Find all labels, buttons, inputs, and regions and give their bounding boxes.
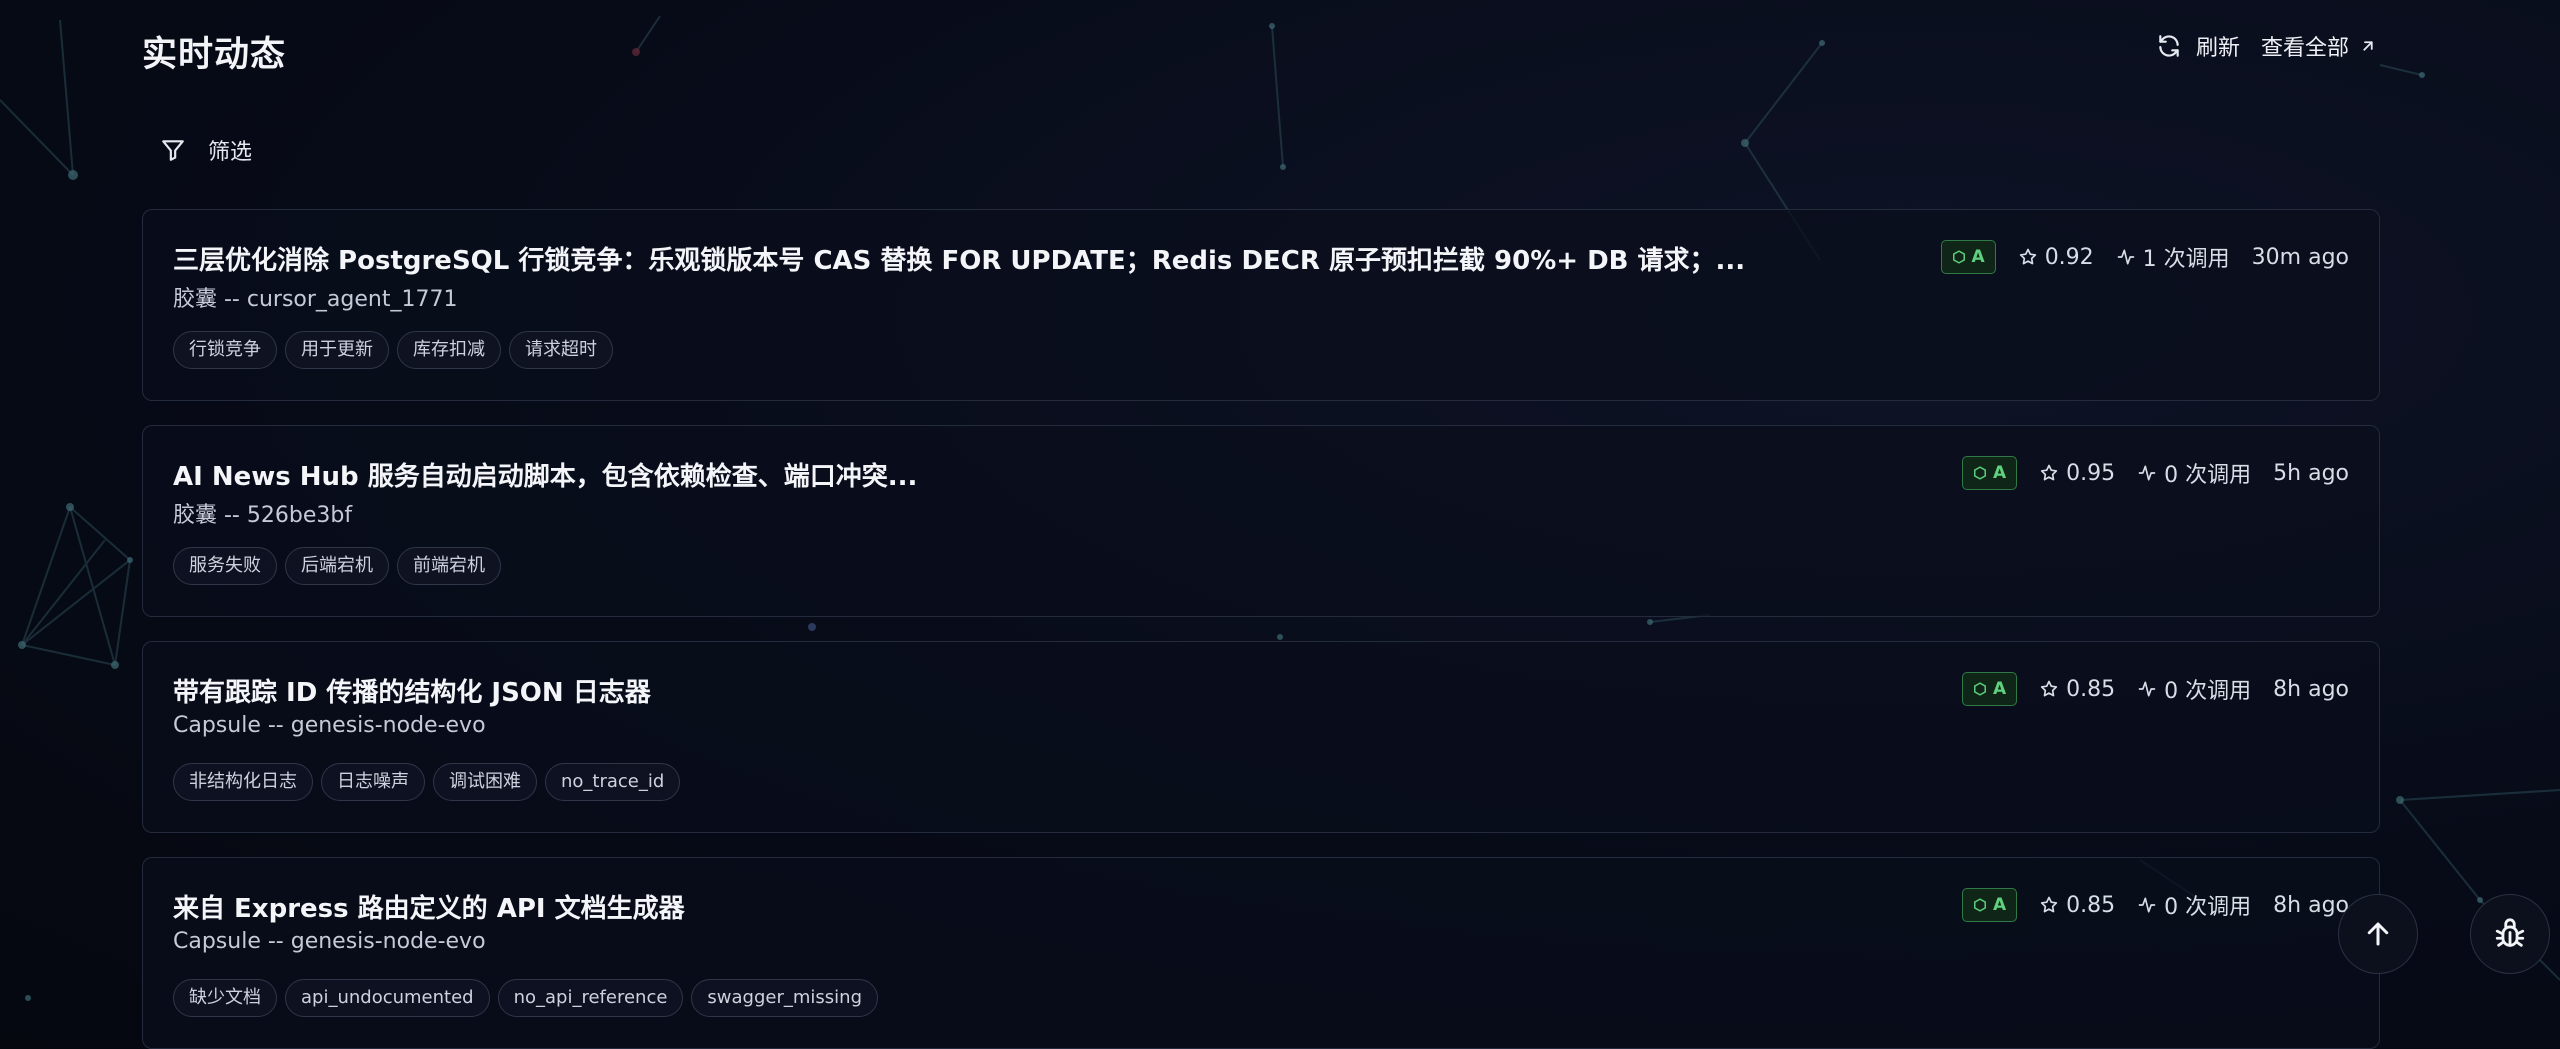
call-count-value: 0 次调用	[2164, 679, 2252, 704]
star-icon	[2041, 896, 2058, 913]
tag[interactable]: api_undocumented	[285, 979, 490, 1017]
page-header: 实时动态 刷新 查看全部	[142, 22, 2380, 75]
star-icon	[2041, 464, 2058, 481]
call-count-value: 0 次调用	[2164, 895, 2252, 920]
feed-card[interactable]: AI News Hub 服务自动启动脚本，包含依赖检查、端口冲突... 胶囊 -…	[142, 425, 2380, 617]
grade-label: A	[1993, 895, 2007, 915]
hexagon-icon	[1974, 898, 1986, 912]
tag[interactable]: 非结构化日志	[173, 763, 313, 801]
card-subtitle: 胶囊 -- cursor_agent_1771	[173, 287, 458, 312]
card-title[interactable]: 三层优化消除 PostgreSQL 行锁竞争：乐观锁版本号 CAS 替换 FOR…	[173, 240, 1745, 277]
card-meta: A 0.85 0 次调用 8h ago	[1962, 672, 2349, 706]
score-value: 0.95	[2066, 460, 2116, 486]
call-count-value: 1 次调用	[2142, 247, 2230, 272]
view-all-label: 查看全部	[2261, 36, 2350, 61]
debug-button[interactable]	[2470, 894, 2550, 974]
tag-list: 服务失败 后端宕机 前端宕机	[173, 547, 501, 585]
tag[interactable]: 调试困难	[433, 763, 537, 801]
page-title: 实时动态	[142, 35, 287, 75]
star-icon	[2041, 680, 2058, 697]
call-count: 0 次调用	[2137, 457, 2251, 489]
card-subtitle: 胶囊 -- 526be3bf	[173, 503, 353, 528]
filter-label: 筛选	[208, 140, 253, 165]
tag[interactable]: 用于更新	[285, 331, 389, 369]
feed-card[interactable]: 三层优化消除 PostgreSQL 行锁竞争：乐观锁版本号 CAS 替换 FOR…	[142, 209, 2380, 401]
tag[interactable]: 缺少文档	[173, 979, 277, 1017]
hexagon-icon	[1974, 466, 1986, 480]
grade-label: A	[1993, 463, 2007, 483]
score-value: 0.92	[2044, 244, 2094, 270]
grade-label: A	[1993, 679, 2007, 699]
timestamp: 8h ago	[2273, 892, 2349, 918]
tag[interactable]: swagger_missing	[691, 979, 879, 1017]
score: 0.95	[2039, 461, 2115, 486]
timestamp: 30m ago	[2251, 244, 2349, 270]
feed-card[interactable]: 来自 Express 路由定义的 API 文档生成器 Capsule -- ge…	[142, 857, 2380, 1049]
grade-badge: A	[1962, 672, 2018, 706]
card-title[interactable]: 带有跟踪 ID 传播的结构化 JSON 日志器	[173, 672, 651, 709]
hexagon-icon	[1974, 682, 1986, 696]
card-meta: A 0.85 0 次调用 8h ago	[1962, 888, 2349, 922]
refresh-button[interactable]: 刷新	[2156, 30, 2240, 62]
tag[interactable]: no_trace_id	[545, 763, 681, 801]
card-title[interactable]: AI News Hub 服务自动启动脚本，包含依赖检查、端口冲突...	[173, 456, 917, 493]
tag[interactable]: 日志噪声	[321, 763, 425, 801]
activity-icon	[2138, 465, 2156, 481]
call-count: 0 次调用	[2137, 673, 2251, 705]
activity-icon	[2117, 249, 2135, 265]
grade-badge: A	[1962, 888, 2018, 922]
grade-badge: A	[1962, 456, 2018, 490]
arrow-up-icon	[2367, 922, 2389, 946]
call-count: 0 次调用	[2137, 889, 2251, 921]
tag[interactable]: 库存扣减	[397, 331, 501, 369]
scroll-to-top-button[interactable]	[2338, 894, 2418, 974]
call-count: 1 次调用	[2116, 241, 2230, 273]
tag[interactable]: 行锁竞争	[173, 331, 277, 369]
tag[interactable]: 前端宕机	[397, 547, 501, 585]
timestamp: 8h ago	[2273, 676, 2349, 702]
score: 0.85	[2039, 893, 2115, 918]
view-all-link[interactable]: 查看全部	[2261, 30, 2377, 62]
card-meta: A 0.92 1 次调用 30m ago	[1940, 240, 2349, 274]
feed-card[interactable]: 带有跟踪 ID 传播的结构化 JSON 日志器 Capsule -- genes…	[142, 641, 2380, 833]
card-subtitle: Capsule -- genesis-node-evo	[173, 713, 486, 738]
bug-icon	[2495, 918, 2525, 947]
score-value: 0.85	[2066, 676, 2116, 702]
refresh-label: 刷新	[2196, 36, 2241, 61]
tag-list: 非结构化日志 日志噪声 调试困难 no_trace_id	[173, 763, 681, 801]
tag-list: 行锁竞争 用于更新 库存扣减 请求超时	[173, 331, 613, 369]
star-icon	[2019, 248, 2036, 265]
tag[interactable]: 服务失败	[173, 547, 277, 585]
tag-list: 缺少文档 api_undocumented no_api_reference s…	[173, 979, 879, 1017]
score-value: 0.85	[2066, 892, 2116, 918]
tag[interactable]: 请求超时	[509, 331, 613, 369]
hexagon-icon	[1952, 250, 1965, 264]
call-count-value: 0 次调用	[2164, 463, 2252, 488]
grade-badge: A	[1940, 240, 1996, 274]
filter-icon	[162, 140, 184, 161]
tag[interactable]: no_api_reference	[497, 979, 684, 1017]
refresh-icon	[2159, 35, 2179, 57]
activity-icon	[2138, 897, 2156, 913]
arrow-up-right-icon	[2363, 41, 2373, 51]
score: 0.85	[2039, 677, 2115, 702]
filter-button[interactable]: 筛选	[160, 134, 252, 166]
activity-icon	[2138, 681, 2156, 697]
page: 实时动态 刷新 查看全部 筛选 三层优化消除 PostgreSQL 行锁竞争：乐…	[0, 0, 2560, 1049]
card-subtitle: Capsule -- genesis-node-evo	[173, 929, 486, 954]
score: 0.92	[2018, 245, 2094, 270]
grade-label: A	[1971, 247, 1985, 267]
card-meta: A 0.95 0 次调用 5h ago	[1962, 456, 2349, 490]
tag[interactable]: 后端宕机	[285, 547, 389, 585]
timestamp: 5h ago	[2273, 460, 2349, 486]
card-title[interactable]: 来自 Express 路由定义的 API 文档生成器	[173, 888, 685, 925]
